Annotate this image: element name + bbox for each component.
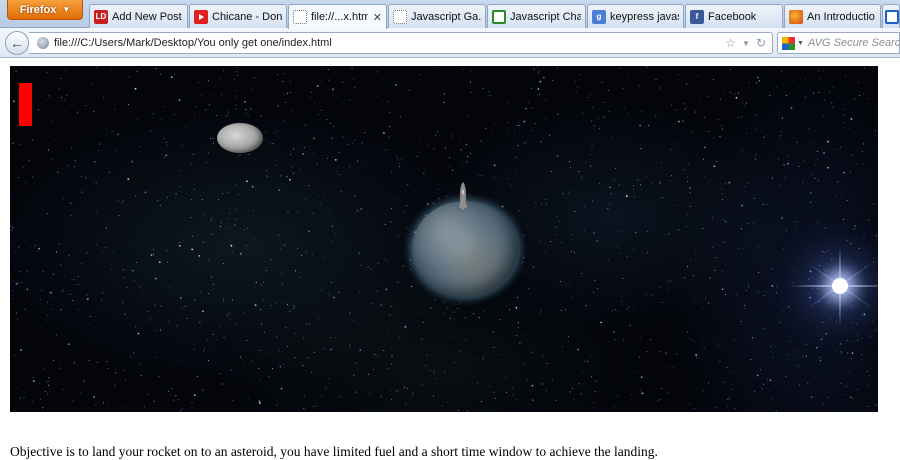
- large-asteroid: [412, 201, 518, 297]
- ld-favicon-icon: LD: [94, 9, 108, 24]
- dropdown-icon[interactable]: ▼: [742, 39, 750, 48]
- window-icon: [885, 9, 899, 24]
- back-button[interactable]: ←: [5, 31, 29, 55]
- tab-label: Facebook: [708, 10, 757, 23]
- search-input[interactable]: AVG Secure Search: [808, 37, 900, 49]
- address-bar[interactable]: file:///C:/Users/Mark/Desktop/You only g…: [29, 32, 773, 54]
- arrow-left-icon: ←: [10, 35, 24, 51]
- globe-icon: [37, 37, 49, 49]
- distant-star-flare: [790, 236, 878, 336]
- youtube-icon: [194, 9, 208, 24]
- blank-page-icon: [293, 10, 307, 24]
- tab-label: Chicane - Don...: [212, 10, 282, 23]
- gear-icon: [492, 9, 506, 24]
- bookmark-star-icon[interactable]: ☆: [725, 36, 736, 50]
- google-icon: g: [592, 9, 606, 24]
- tab-javascript-game[interactable]: Javascript Ga...: [388, 4, 486, 28]
- tab-label: Javascript Cha...: [510, 10, 581, 23]
- tab-label: keypress javas...: [610, 10, 679, 23]
- tab-overflow[interactable]: [882, 4, 900, 28]
- small-asteroid: [217, 123, 263, 153]
- address-text[interactable]: file:///C:/Users/Mark/Desktop/You only g…: [54, 37, 725, 49]
- tab-introduction[interactable]: An Introductio...: [784, 4, 881, 28]
- fuel-gauge: [19, 83, 32, 126]
- rocket: [458, 182, 468, 212]
- navigation-bar: ← file:///C:/Users/Mark/Desktop/You only…: [0, 28, 900, 58]
- tab-label: Javascript Ga...: [411, 10, 481, 23]
- tab-label: file://...x.html: [311, 11, 368, 23]
- tab-javascript-chart[interactable]: Javascript Cha...: [487, 4, 586, 28]
- firefox-menu-button[interactable]: Firefox ▼: [7, 0, 83, 20]
- chevron-down-icon: ▼: [62, 5, 71, 14]
- firefox-icon: [789, 9, 803, 24]
- tab-keypress[interactable]: g keypress javas...: [587, 4, 684, 28]
- blank-page-icon: [393, 9, 407, 24]
- tab-facebook[interactable]: f Facebook: [685, 4, 783, 28]
- avg-logo-icon: [782, 36, 795, 50]
- search-bar[interactable]: ▼ AVG Secure Search: [777, 32, 900, 54]
- firefox-menu-label: Firefox: [19, 3, 57, 16]
- close-icon[interactable]: ✕: [373, 11, 382, 24]
- address-bar-icons: ☆ ▼ ↻: [725, 36, 772, 50]
- tab-add-new-post[interactable]: LD Add New Post ...: [89, 4, 188, 28]
- tab-label: An Introductio...: [807, 10, 876, 23]
- tab-chicane[interactable]: Chicane - Don...: [189, 4, 287, 28]
- tab-strip: Firefox ▼ LD Add New Post ... Chicane - …: [0, 0, 900, 29]
- facebook-icon: f: [690, 9, 704, 24]
- chevron-down-icon[interactable]: ▼: [797, 40, 804, 47]
- tab-index-html[interactable]: file://...x.html ✕: [288, 4, 387, 29]
- game-instructions: Objective is to land your rocket on to a…: [10, 443, 658, 459]
- reload-icon[interactable]: ↻: [756, 36, 766, 50]
- tab-label: Add New Post ...: [112, 10, 183, 23]
- game-canvas[interactable]: [10, 66, 878, 412]
